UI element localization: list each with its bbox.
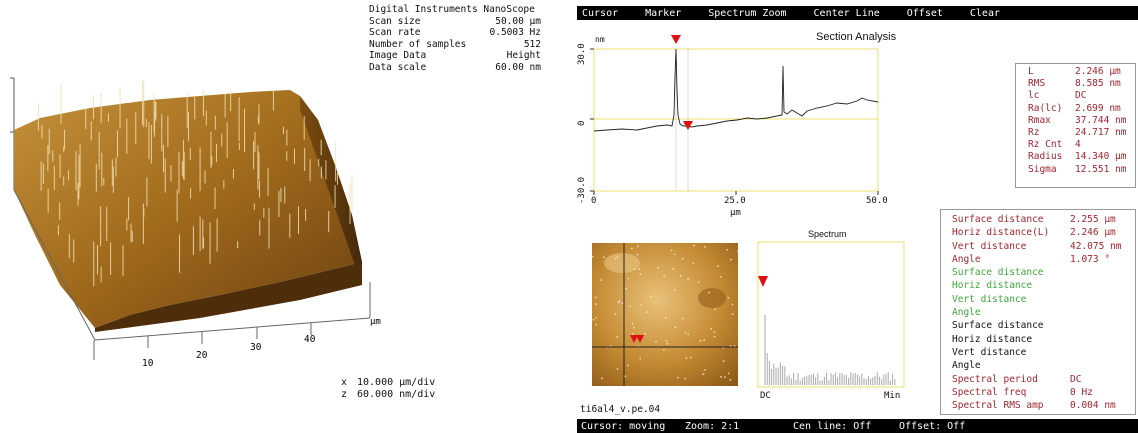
status-offset: Offset: Off [899, 420, 966, 432]
menu-bar: Cursor Marker Spectrum Zoom Center Line … [577, 6, 1138, 20]
measure-row: Angle 1.073 ° [952, 253, 1111, 265]
measure-row: Spectral period DC [952, 373, 1082, 385]
x-tick-label: 25.0 [724, 196, 746, 206]
y-tick-label: 30.0 [577, 43, 587, 65]
y-tick-label: 0 [577, 120, 587, 126]
x-tick-label: 10 [142, 358, 154, 369]
topography-image[interactable] [592, 243, 738, 386]
menu-spectrum-zoom[interactable]: Spectrum Zoom [705, 8, 789, 19]
menu-marker[interactable]: Marker [642, 8, 684, 19]
metadata-row: Image Data Height [369, 50, 541, 61]
metadata-row: Digital Instruments NanoScope [369, 4, 535, 15]
file-name: ti6al4_v.pe.04 [580, 404, 661, 415]
measure-row: Vert distance [952, 293, 1027, 305]
roughness-stats: L 2.246 µm RMS 8.585 nm lc DC Ra(lc) 2.699 n… [1015, 63, 1136, 188]
spectrum-min-label: Min [884, 391, 901, 401]
measure-row: Angle [952, 307, 981, 319]
x-tick-label: 0 [591, 196, 597, 206]
scan-metadata: Digital Instruments NanoScope Scan size 5… [369, 4, 541, 73]
measure-row: Spectral RMS amp 0.004 nm [952, 400, 1116, 412]
metadata-row: Scan rate 0.5003 Hz [369, 27, 541, 38]
measure-row: Vert distance [952, 346, 1027, 358]
x-tick-label: 30 [250, 342, 262, 353]
cursor-marker[interactable] [683, 121, 693, 130]
x-tick-label: 40 [304, 334, 316, 345]
measure-row: Surface distance 2.255 µm [952, 214, 1116, 225]
spectrum-title: Spectrum [808, 229, 847, 239]
measure-row: Horiz distance [952, 333, 1033, 345]
measure-row: Surface distance [952, 267, 1044, 279]
metadata-row: Number of samples 512 [369, 38, 541, 50]
menu-clear[interactable]: Clear [967, 8, 1003, 19]
cursor-marker[interactable] [671, 35, 681, 44]
menu-center-line[interactable]: Center Line [811, 8, 883, 19]
measure-row: Spectral freq 0 Hz [952, 386, 1093, 398]
menu-cursor[interactable]: Cursor [579, 8, 621, 19]
measure-row: Horiz distance(L) 2.246 µm [952, 227, 1116, 239]
measure-row: Horiz distance [952, 280, 1033, 292]
y-tick-label: -30.0 [577, 176, 587, 204]
spectrum-dc-label: DC [760, 391, 771, 401]
x-unit: µm [730, 208, 741, 218]
measure-row: Vert distance 42.075 nm [952, 240, 1122, 252]
x-tick-label: 20 [196, 350, 208, 361]
menu-offset[interactable]: Offset [904, 8, 946, 19]
metadata-row: Data scale 60.00 nm [369, 61, 541, 73]
measurement-panel: Surface distance 2.255 µm Horiz distance(… [940, 209, 1136, 415]
status-cursor: Cursor: moving [581, 420, 666, 432]
spectrum-plot[interactable] [757, 241, 907, 391]
status-bar: Cursor: moving Zoom: 2:1 Cen line: Off O… [577, 419, 1138, 433]
cursor-marker[interactable] [758, 276, 768, 287]
axis-unit: µm [370, 317, 381, 327]
measure-row: Surface distance [952, 320, 1044, 332]
x-tick-label: 50.0 [866, 196, 888, 206]
surface-3d-panel: 10 20 30 40 µm Digital Instruments NanoS… [0, 0, 560, 433]
measure-row: Angle [952, 360, 981, 372]
metadata-row: Scan size 50.00 µm [369, 15, 541, 27]
status-cen-line: Cen line: Off [793, 420, 872, 432]
scale-info: x 10.000 µm/div z 60.000 nm/div [341, 377, 436, 400]
status-zoom: Zoom: 2:1 [685, 420, 740, 432]
